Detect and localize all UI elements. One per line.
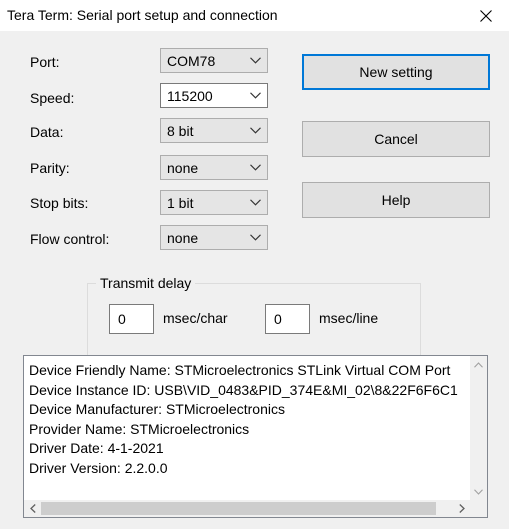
- info-line: Driver Version: 2.2.0.0: [29, 459, 168, 476]
- scroll-left-button[interactable]: [24, 500, 41, 517]
- char-delay-unit: msec/char: [163, 310, 228, 326]
- horizontal-scrollbar[interactable]: [24, 500, 470, 517]
- chevron-down-icon: [474, 488, 483, 495]
- parity-value: none: [167, 160, 199, 176]
- help-button[interactable]: Help: [302, 182, 490, 218]
- stopbits-select[interactable]: 1 bit: [160, 190, 268, 215]
- info-line: Device Instance ID: USB\VID_0483&PID_374…: [29, 381, 458, 398]
- scroll-down-button[interactable]: [470, 483, 487, 500]
- port-label: Port:: [30, 54, 60, 70]
- data-value: 8 bit: [167, 123, 194, 139]
- vertical-scrollbar[interactable]: [470, 356, 487, 500]
- flow-control-value: none: [167, 230, 199, 246]
- dialog-body: Port: COM78 Speed: 115200 Data: 8 bit Pa…: [0, 31, 509, 529]
- scroll-right-button[interactable]: [453, 500, 470, 517]
- window-title: Tera Term: Serial port setup and connect…: [7, 7, 278, 23]
- data-select[interactable]: 8 bit: [160, 118, 268, 143]
- chevron-down-icon: [250, 234, 261, 241]
- stopbits-value: 1 bit: [167, 195, 194, 211]
- scrollbar-corner: [470, 500, 487, 517]
- chevron-up-icon: [474, 361, 483, 368]
- chevron-down-icon: [250, 199, 261, 206]
- speed-value: 115200: [167, 88, 213, 104]
- char-delay-value: 0: [118, 311, 126, 327]
- close-icon: [480, 9, 492, 22]
- info-line: Driver Date: 4-1-2021: [29, 440, 164, 456]
- parity-label: Parity:: [30, 160, 70, 176]
- chevron-right-icon: [458, 504, 465, 513]
- line-delay-input[interactable]: 0: [265, 304, 310, 334]
- line-delay-unit: msec/line: [319, 310, 379, 326]
- info-line: Device Manufacturer: STMicroelectronics: [29, 401, 285, 417]
- flow-control-select[interactable]: none: [160, 225, 268, 250]
- title-bar: Tera Term: Serial port setup and connect…: [0, 0, 509, 31]
- chevron-down-icon: [250, 164, 261, 171]
- speed-select[interactable]: 115200: [160, 83, 268, 108]
- horizontal-scroll-thumb[interactable]: [41, 502, 436, 515]
- chevron-left-icon: [29, 504, 36, 513]
- stopbits-label: Stop bits:: [30, 195, 89, 211]
- close-button[interactable]: [463, 0, 509, 31]
- port-select[interactable]: COM78: [160, 48, 268, 73]
- data-label: Data:: [30, 124, 64, 140]
- device-info-box[interactable]: Device Friendly Name: STMicroelectronics…: [23, 355, 488, 518]
- chevron-down-icon: [250, 57, 261, 64]
- speed-label: Speed:: [30, 90, 75, 106]
- flow-control-label: Flow control:: [30, 231, 110, 247]
- port-value: COM78: [167, 53, 216, 69]
- parity-select[interactable]: none: [160, 155, 268, 180]
- char-delay-input[interactable]: 0: [109, 304, 154, 334]
- new-setting-button[interactable]: New setting: [302, 54, 490, 90]
- chevron-down-icon: [250, 92, 261, 99]
- cancel-button[interactable]: Cancel: [302, 121, 490, 157]
- info-line: Device Friendly Name: STMicroelectronics…: [29, 362, 451, 378]
- transmit-delay-title: Transmit delay: [96, 275, 196, 291]
- scroll-up-button[interactable]: [470, 356, 487, 373]
- line-delay-value: 0: [274, 311, 282, 327]
- info-line: Provider Name: STMicroelectronics: [29, 420, 250, 437]
- chevron-down-icon: [250, 127, 261, 134]
- device-info-text: Device Friendly Name: STMicroelectronics…: [29, 361, 463, 479]
